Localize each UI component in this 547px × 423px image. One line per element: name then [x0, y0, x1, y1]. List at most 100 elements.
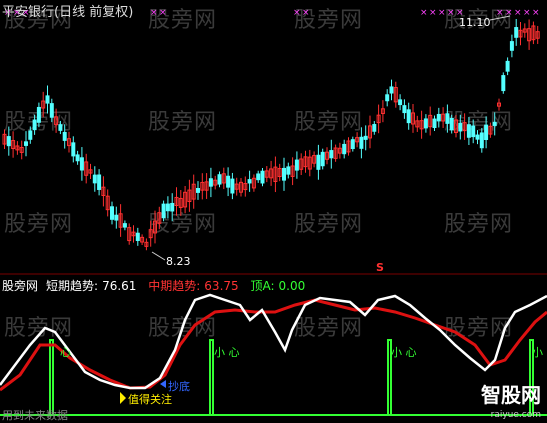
indicator-prefix: 股旁网	[2, 279, 39, 293]
candle	[363, 135, 368, 140]
candle	[282, 167, 286, 181]
heart-annotation-1: 心	[60, 346, 71, 359]
candle	[329, 150, 334, 159]
candle	[350, 139, 355, 150]
candle	[402, 105, 407, 114]
candle	[32, 119, 37, 131]
candle	[217, 174, 222, 185]
candle	[359, 136, 364, 149]
candle	[161, 203, 166, 219]
candle	[208, 178, 213, 187]
candle	[484, 124, 489, 140]
candle	[342, 143, 347, 155]
low-price-label: 8.23	[166, 255, 191, 268]
candle	[294, 159, 299, 171]
candle	[24, 141, 28, 146]
short-trend-label: 短期趋势:	[46, 279, 99, 293]
candle	[436, 113, 441, 122]
brand-url: raiyue.com	[490, 410, 541, 420]
candle	[79, 157, 84, 171]
attention-marker	[120, 392, 126, 404]
heart-annotation-4: 小	[532, 346, 543, 359]
candle	[135, 232, 140, 241]
candle	[320, 151, 325, 167]
candle	[398, 99, 403, 106]
candle	[385, 94, 390, 102]
top-signal-mark: ×	[429, 8, 437, 18]
candle	[505, 60, 510, 72]
top-signal-mark: ×	[523, 8, 531, 18]
mid-trend-value: 63.75	[204, 279, 239, 293]
candle	[58, 124, 63, 131]
candle	[97, 174, 102, 190]
candle	[45, 95, 50, 104]
candle	[247, 179, 252, 184]
candle	[165, 203, 170, 212]
sell-signal-label: S	[376, 261, 384, 274]
short-trend-value: 76.61	[102, 279, 137, 293]
candle	[92, 174, 97, 184]
top-signal-mark: ×	[532, 8, 540, 18]
candle	[492, 121, 497, 126]
mid-trend-line	[0, 298, 547, 392]
candle	[6, 136, 11, 147]
candle	[71, 142, 76, 157]
candle	[49, 103, 54, 118]
candle	[230, 178, 235, 194]
candle	[122, 223, 127, 228]
candle	[466, 124, 471, 138]
candle	[432, 118, 437, 129]
candle	[509, 41, 514, 51]
candle	[114, 214, 119, 221]
candle	[36, 106, 41, 123]
signal-pulse	[46, 339, 60, 416]
candle	[286, 166, 291, 175]
heart-annotation-2: 小 心	[214, 346, 240, 359]
top-signal-mark: ×	[293, 8, 301, 18]
short-trend-line	[0, 293, 547, 390]
top-signal-mark: ×	[496, 8, 504, 18]
candle	[75, 154, 80, 162]
candlestick-series	[2, 19, 540, 251]
high-price-label: 11.10	[459, 16, 491, 29]
top-signal-mark: ×	[438, 8, 446, 18]
candle	[28, 130, 33, 140]
top-signal-mark: ×	[150, 8, 158, 18]
top-a-value: 0.00	[278, 279, 306, 293]
candle	[471, 125, 476, 138]
candle	[458, 122, 463, 132]
candle	[196, 188, 200, 193]
candle	[406, 109, 411, 124]
bottom-copy-label: 抄底	[168, 380, 190, 393]
chart-title: 平安银行(日线 前复权)	[2, 5, 134, 20]
candle	[501, 75, 506, 92]
top-signal-mark: ×	[514, 8, 522, 18]
candle	[256, 173, 261, 181]
footer-note: 用到未来数据	[2, 409, 68, 422]
stock-chart[interactable]: × × × × × × × × × × × × × × × × ×	[0, 0, 547, 420]
top-signal-mark: ×	[447, 8, 455, 18]
top-a-label: 顶A:	[250, 279, 275, 293]
brand-logo: 智股网	[481, 383, 541, 407]
candle	[423, 118, 428, 129]
top-signal-mark: ×	[159, 8, 167, 18]
candle	[170, 202, 175, 212]
candle	[449, 117, 454, 131]
attention-label: 值得关注	[128, 393, 172, 406]
mid-trend-label: 中期趋势:	[148, 279, 201, 293]
candle	[479, 132, 484, 149]
candle	[514, 27, 519, 38]
candle	[445, 113, 450, 124]
bottom-copy-marker	[160, 380, 166, 388]
indicator-header: 股旁网 短期趋势: 76.61 中期趋势: 63.75 顶A: 0.00	[2, 277, 313, 294]
candle	[260, 170, 265, 184]
candle	[110, 206, 114, 220]
candle	[226, 175, 231, 188]
top-signal-mark: ×	[420, 8, 428, 18]
heart-annotation-3: 小 心	[391, 346, 417, 359]
candle	[475, 134, 480, 140]
candle	[389, 86, 394, 94]
top-signal-mark: ×	[302, 8, 310, 18]
signal-pulse-series	[0, 339, 547, 416]
candle	[372, 124, 377, 132]
